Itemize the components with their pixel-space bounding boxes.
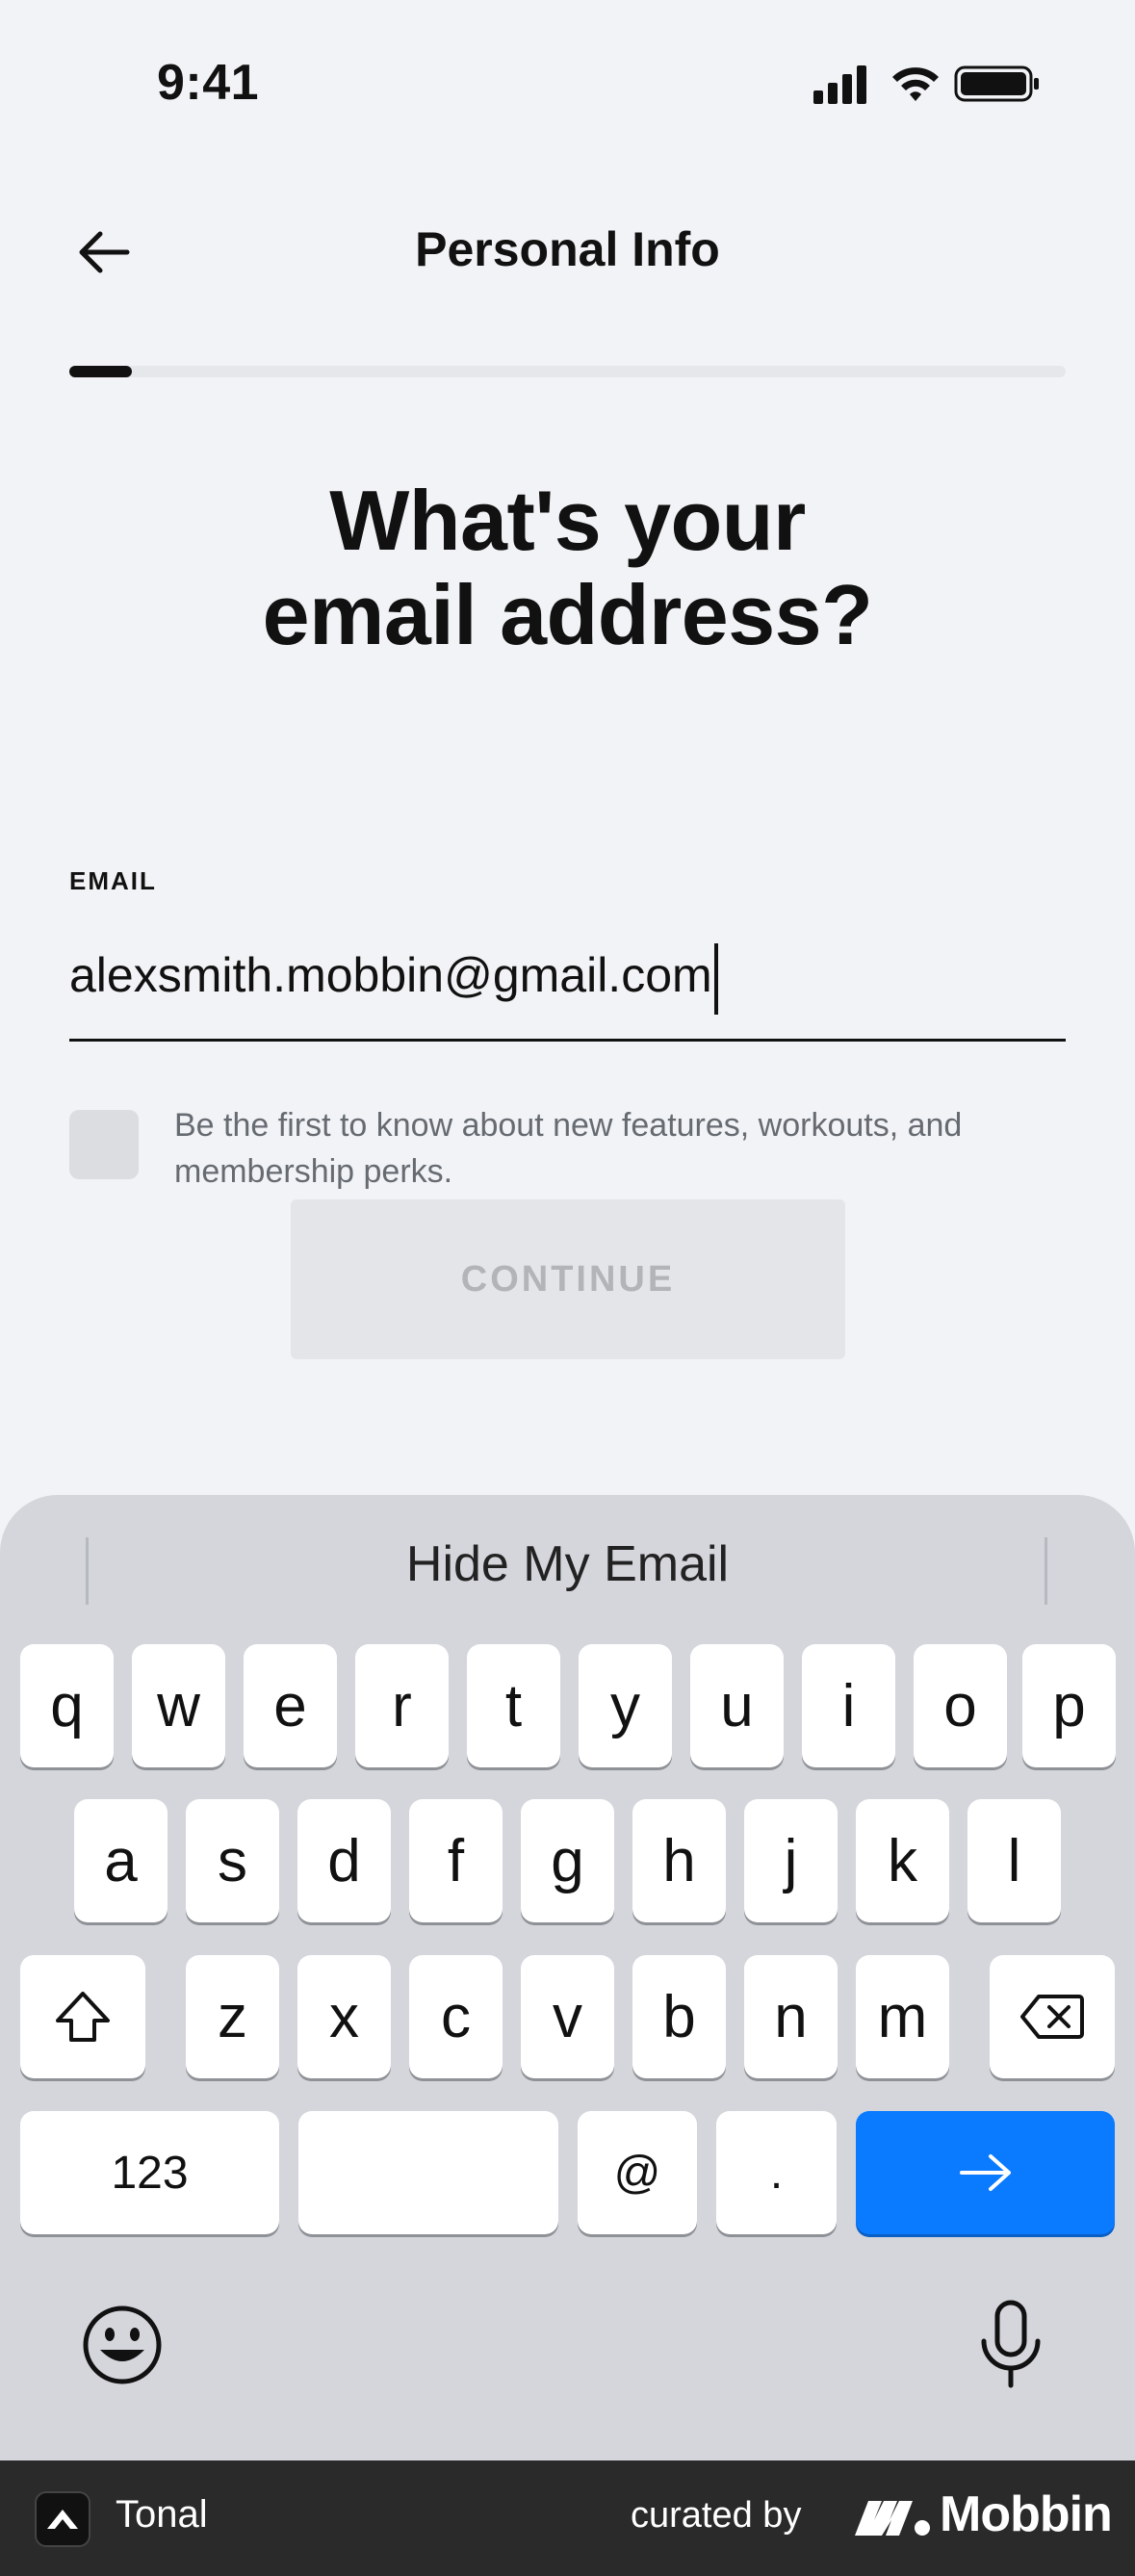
- backspace-icon: [1020, 1995, 1084, 2039]
- key-n[interactable]: n: [744, 1955, 838, 2078]
- key-s[interactable]: s: [186, 1799, 279, 1922]
- key-v[interactable]: v: [521, 1955, 614, 2078]
- key-r[interactable]: r: [355, 1644, 449, 1767]
- key-j[interactable]: j: [744, 1799, 838, 1922]
- app-name: Tonal: [116, 2493, 208, 2536]
- microphone-icon: [981, 2300, 1041, 2388]
- at-key[interactable]: @: [578, 2111, 697, 2234]
- question-line-1: What's your: [329, 473, 806, 568]
- key-i[interactable]: i: [802, 1644, 895, 1767]
- suggestion-divider: [1045, 1537, 1047, 1605]
- key-f[interactable]: f: [409, 1799, 503, 1922]
- opt-in-label[interactable]: Be the first to know about new features,…: [174, 1102, 1060, 1195]
- key-z[interactable]: z: [186, 1955, 279, 2078]
- key-q[interactable]: q: [20, 1644, 114, 1767]
- dot-key[interactable]: .: [716, 2111, 837, 2234]
- mobbin-wordmark: Mobbin: [940, 2486, 1113, 2542]
- key-e[interactable]: e: [244, 1644, 337, 1767]
- emoji-icon: [83, 2306, 162, 2384]
- emoji-button[interactable]: [79, 2302, 166, 2388]
- status-icons: [813, 65, 1039, 104]
- key-o[interactable]: o: [914, 1644, 1007, 1767]
- key-h[interactable]: h: [632, 1799, 726, 1922]
- key-l[interactable]: l: [967, 1799, 1061, 1922]
- email-label: EMAIL: [69, 866, 157, 895]
- battery-icon: [954, 65, 1039, 102]
- opt-in-checkbox[interactable]: [69, 1110, 139, 1179]
- email-value[interactable]: alexsmith.mobbin@gmail.com: [69, 943, 718, 1015]
- space-key[interactable]: [298, 2111, 558, 2234]
- branding-bar: Tonal curated by Mobbin: [0, 2460, 1135, 2576]
- key-b[interactable]: b: [632, 1955, 726, 2078]
- numbers-key[interactable]: 123: [20, 2111, 279, 2234]
- curated-by-text: curated by: [631, 2495, 802, 2536]
- key-u[interactable]: u: [690, 1644, 784, 1767]
- progress-fill: [69, 366, 133, 377]
- go-key[interactable]: [856, 2111, 1115, 2234]
- shift-key[interactable]: [20, 1955, 145, 2078]
- text-cursor: [713, 943, 718, 1015]
- key-k[interactable]: k: [856, 1799, 949, 1922]
- email-text: alexsmith.mobbin@gmail.com: [69, 948, 712, 1003]
- key-y[interactable]: y: [579, 1644, 672, 1767]
- email-field[interactable]: alexsmith.mobbin@gmail.com: [69, 924, 1066, 1042]
- delete-key[interactable]: [990, 1955, 1115, 2078]
- suggestion-hide-my-email[interactable]: Hide My Email: [0, 1535, 1135, 1593]
- key-a[interactable]: a: [74, 1799, 168, 1922]
- key-x[interactable]: x: [297, 1955, 391, 2078]
- status-time: 9:41: [157, 55, 260, 111]
- key-m[interactable]: m: [856, 1955, 949, 2078]
- mobbin-logo-icon: [855, 2501, 930, 2536]
- question-line-2: email address?: [262, 567, 873, 662]
- progress-bar: [69, 366, 1066, 377]
- key-c[interactable]: c: [409, 1955, 503, 2078]
- key-g[interactable]: g: [521, 1799, 614, 1922]
- key-w[interactable]: w: [132, 1644, 225, 1767]
- tonal-logo-icon: [35, 2491, 90, 2547]
- arrow-right-icon: [959, 2154, 1011, 2191]
- key-p[interactable]: p: [1022, 1644, 1116, 1767]
- key-t[interactable]: t: [467, 1644, 560, 1767]
- cellular-signal-icon: [813, 65, 866, 104]
- continue-button[interactable]: CONTINUE: [291, 1199, 845, 1359]
- key-d[interactable]: d: [297, 1799, 391, 1922]
- shift-icon: [56, 1992, 110, 2042]
- wifi-icon: [892, 67, 939, 101]
- question-heading: What's your email address?: [0, 474, 1135, 662]
- page-title: Personal Info: [415, 222, 720, 276]
- keyboard: Hide My Email q w e r t y u i o p a s d …: [0, 1495, 1135, 2460]
- dictation-button[interactable]: [972, 2297, 1049, 2393]
